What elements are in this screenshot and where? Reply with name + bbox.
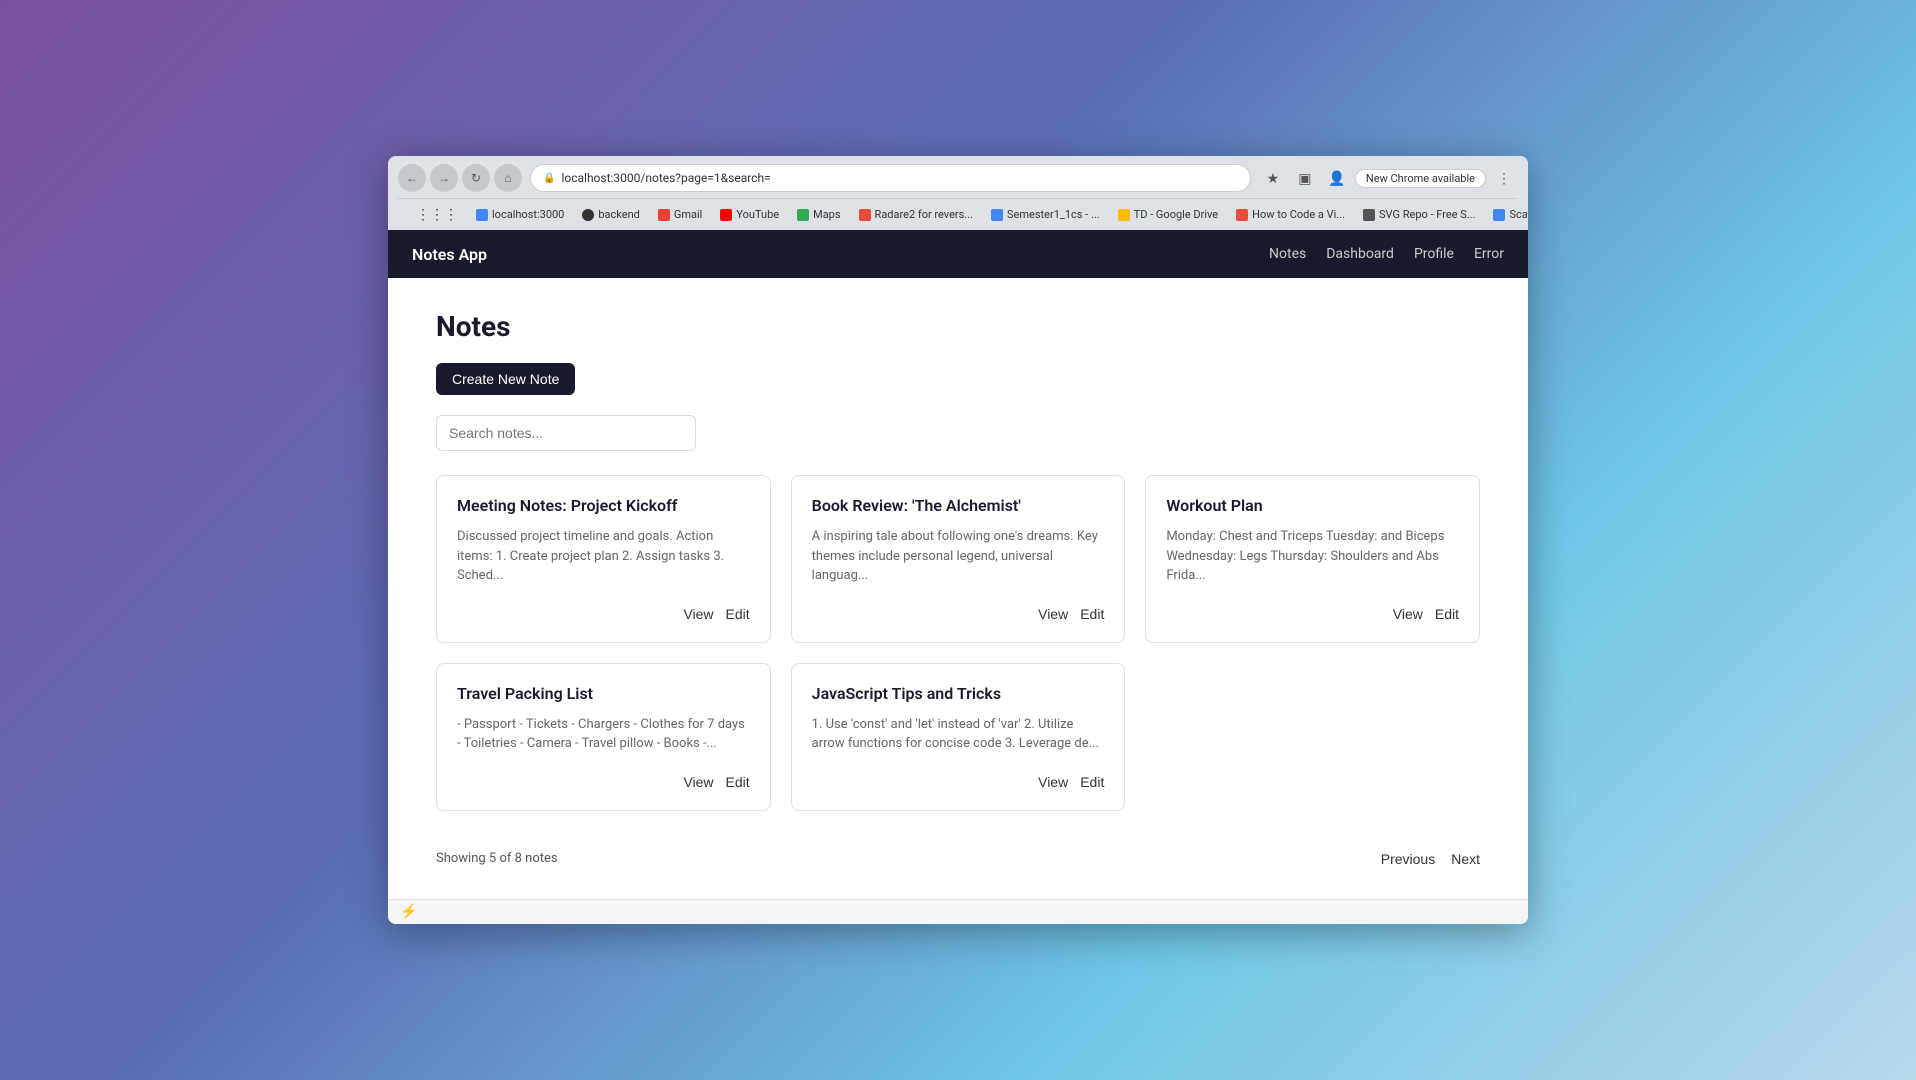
menu-button[interactable]: ⋮ xyxy=(1490,164,1518,192)
note-excerpt: Monday: Chest and Triceps Tuesday: and B… xyxy=(1166,527,1459,586)
navbar: Notes App Notes Dashboard Profile Error xyxy=(388,230,1528,278)
bookmark-localhost[interactable]: localhost:3000 xyxy=(468,206,572,223)
previous-button[interactable]: Previous xyxy=(1381,851,1435,867)
bookmark-youtube[interactable]: YouTube xyxy=(712,206,787,223)
note-actions: View Edit xyxy=(457,774,750,790)
nav-link-profile[interactable]: Profile xyxy=(1414,246,1454,262)
note-title: Travel Packing List xyxy=(457,684,750,703)
edit-note-button[interactable]: Edit xyxy=(726,774,750,790)
back-button[interactable]: ← xyxy=(398,164,426,192)
bookmark-backend[interactable]: backend xyxy=(574,206,648,223)
notes-grid: Meeting Notes: Project Kickoff Discussed… xyxy=(436,475,1480,811)
note-excerpt: Discussed project timeline and goals. Ac… xyxy=(457,527,750,586)
main-content: Notes Create New Note Meeting Notes: Pro… xyxy=(388,278,1528,899)
view-note-button[interactable]: View xyxy=(683,606,713,622)
view-note-button[interactable]: View xyxy=(683,774,713,790)
lock-icon: 🔒 xyxy=(543,173,555,184)
home-button[interactable]: ⌂ xyxy=(494,164,522,192)
note-title: Workout Plan xyxy=(1166,496,1459,515)
next-button[interactable]: Next xyxy=(1451,851,1480,867)
notes-footer: Showing 5 of 8 notes Previous Next xyxy=(436,843,1480,867)
nav-link-notes[interactable]: Notes xyxy=(1269,246,1306,262)
edit-note-button[interactable]: Edit xyxy=(1435,606,1459,622)
app-content: Notes App Notes Dashboard Profile Error … xyxy=(388,230,1528,924)
empty-grid-cell xyxy=(1145,663,1480,811)
bookmark-radare2[interactable]: Radare2 for revers... xyxy=(851,206,981,223)
bookmark-gmail[interactable]: Gmail xyxy=(650,206,710,223)
bookmark-svgrepo[interactable]: SVG Repo - Free S... xyxy=(1355,206,1483,223)
view-note-button[interactable]: View xyxy=(1393,606,1423,622)
pagination: Previous Next xyxy=(1381,851,1480,867)
profile-avatar[interactable]: 👤 xyxy=(1323,164,1351,192)
address-bar[interactable]: 🔒 localhost:3000/notes?page=1&search= xyxy=(530,164,1251,192)
view-note-button[interactable]: View xyxy=(1038,606,1068,622)
status-bar: ⚡ xyxy=(388,899,1528,924)
bookmark-howtocode[interactable]: How to Code a Vi... xyxy=(1228,206,1353,223)
navbar-links: Notes Dashboard Profile Error xyxy=(1269,246,1504,262)
note-excerpt: 1. Use 'const' and 'let' instead of 'var… xyxy=(812,715,1105,754)
note-card: JavaScript Tips and Tricks 1. Use 'const… xyxy=(791,663,1126,811)
browser-window: ← → ↻ ⌂ 🔒 localhost:3000/notes?page=1&se… xyxy=(388,156,1528,924)
reload-button[interactable]: ↻ xyxy=(462,164,490,192)
note-title: JavaScript Tips and Tricks xyxy=(812,684,1105,703)
new-chrome-badge[interactable]: New Chrome available xyxy=(1355,169,1486,188)
bookmark-drive[interactable]: TD - Google Drive xyxy=(1110,206,1226,223)
note-title: Meeting Notes: Project Kickoff xyxy=(457,496,750,515)
edit-note-button[interactable]: Edit xyxy=(1080,774,1104,790)
browser-chrome: ← → ↻ ⌂ 🔒 localhost:3000/notes?page=1&se… xyxy=(388,156,1528,230)
extension-button[interactable]: ▣ xyxy=(1291,164,1319,192)
note-actions: View Edit xyxy=(812,774,1105,790)
note-card: Workout Plan Monday: Chest and Triceps T… xyxy=(1145,475,1480,643)
bookmark-scalable[interactable]: Scalable WebSock... xyxy=(1485,206,1528,223)
forward-button[interactable]: → xyxy=(430,164,458,192)
nav-link-dashboard[interactable]: Dashboard xyxy=(1326,246,1394,262)
showing-text: Showing 5 of 8 notes xyxy=(436,851,558,866)
edit-note-button[interactable]: Edit xyxy=(1080,606,1104,622)
note-card: Book Review: 'The Alchemist' A inspiring… xyxy=(791,475,1126,643)
bookmark-apps[interactable]: ⋮⋮⋮ xyxy=(408,205,466,225)
note-card: Meeting Notes: Project Kickoff Discussed… xyxy=(436,475,771,643)
bookmarks-bar: ⋮⋮⋮ localhost:3000 backend Gmail YouTube… xyxy=(398,198,1518,230)
lightning-icon: ⚡ xyxy=(400,904,417,920)
browser-actions: ★ ▣ 👤 New Chrome available ⋮ xyxy=(1259,164,1518,192)
search-input[interactable] xyxy=(436,415,696,451)
note-actions: View Edit xyxy=(457,606,750,622)
view-note-button[interactable]: View xyxy=(1038,774,1068,790)
note-title: Book Review: 'The Alchemist' xyxy=(812,496,1105,515)
note-excerpt: A inspiring tale about following one's d… xyxy=(812,527,1105,586)
note-excerpt: - Passport - Tickets - Chargers - Clothe… xyxy=(457,715,750,754)
create-note-button[interactable]: Create New Note xyxy=(436,363,575,395)
search-container xyxy=(436,415,1480,451)
bookmark-maps[interactable]: Maps xyxy=(789,206,848,223)
app-brand: Notes App xyxy=(412,245,487,264)
note-actions: View Edit xyxy=(1166,606,1459,622)
url-text: localhost:3000/notes?page=1&search= xyxy=(561,171,770,185)
note-card: Travel Packing List - Passport - Tickets… xyxy=(436,663,771,811)
nav-buttons: ← → ↻ ⌂ xyxy=(398,164,522,192)
bookmark-semester[interactable]: Semester1_1cs - ... xyxy=(983,206,1108,223)
nav-link-error[interactable]: Error xyxy=(1474,246,1504,262)
edit-note-button[interactable]: Edit xyxy=(726,606,750,622)
note-actions: View Edit xyxy=(812,606,1105,622)
page-title: Notes xyxy=(436,310,1480,343)
bookmark-button[interactable]: ★ xyxy=(1259,164,1287,192)
